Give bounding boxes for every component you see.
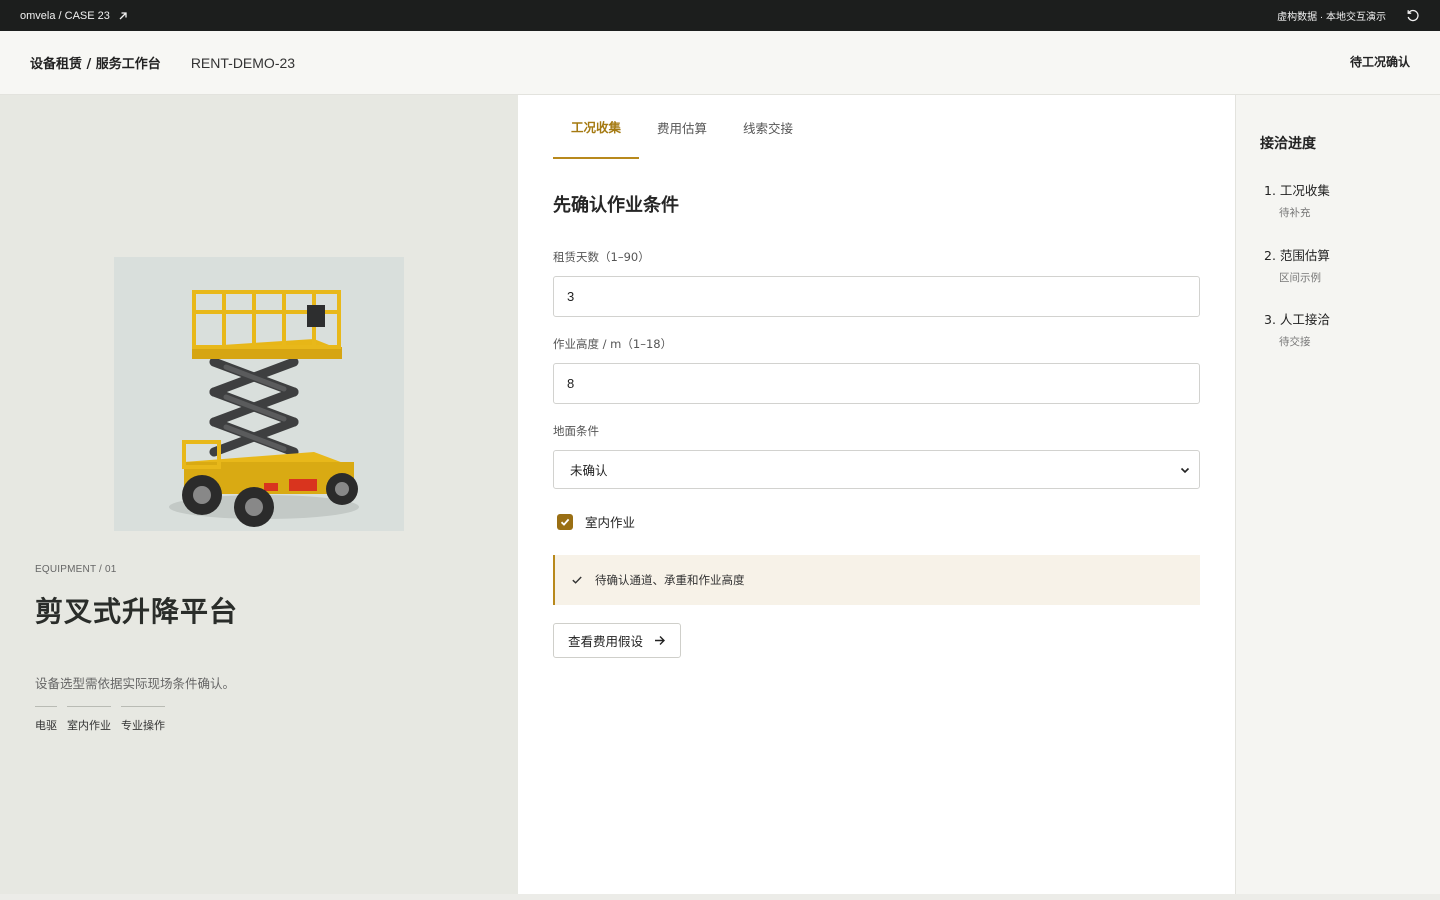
progress-panel: 接洽进度 1. 工况收集 待补充 2. 范围估算 区间示例 3. 人工接洽 待交… — [1235, 95, 1440, 894]
height-label: 作业高度 / m（1–18） — [553, 337, 673, 351]
status-badge: 待工况确认 — [1349, 55, 1410, 69]
indoor-checkbox-label: 室内作业 — [585, 515, 636, 530]
view-cost-button-label: 查看费用假设 — [568, 634, 644, 649]
progress-step-label: 3. 人工接洽 — [1264, 312, 1330, 327]
check-icon — [572, 576, 582, 584]
top-bar: omvela / CASE 23 虚构数据 · 本地交互演示 — [0, 0, 1440, 31]
progress-step: 3. 人工接洽 待交接 — [1264, 309, 1330, 349]
indoor-checkbox-row[interactable]: 室内作业 — [557, 512, 635, 531]
feature-chip: 电驱 — [35, 706, 57, 733]
progress-step: 1. 工况收集 待补充 — [1264, 180, 1330, 220]
pending-notice: 待确认通道、承重和作业高度 — [553, 555, 1200, 605]
demo-notice: 虚构数据 · 本地交互演示 — [1277, 12, 1386, 23]
progress-step-status: 待交接 — [1279, 336, 1311, 348]
height-input[interactable] — [553, 363, 1200, 404]
tab-conditions[interactable]: 工况收集 — [553, 95, 640, 159]
chevron-down-icon — [1180, 467, 1190, 473]
external-link-icon — [119, 11, 127, 19]
feature-chip: 室内作业 — [67, 706, 111, 733]
brand-label: omvela / CASE 23 — [20, 9, 110, 22]
equipment-tag: EQUIPMENT / 01 — [35, 564, 117, 575]
progress-step-status: 区间示例 — [1279, 272, 1321, 284]
progress-title: 接洽进度 — [1260, 136, 1316, 152]
equipment-image — [114, 257, 404, 531]
feature-chip: 专业操作 — [121, 706, 165, 733]
section-title: 先确认作业条件 — [553, 195, 679, 216]
equipment-description: 设备选型需依据实际现场条件确认。 — [35, 676, 236, 691]
arrow-right-icon — [655, 636, 666, 645]
progress-step-label: 1. 工况收集 — [1264, 183, 1330, 198]
form-panel: 工况收集 费用估算 线索交接 先确认作业条件 租赁天数（1–90） 作业高度 /… — [518, 95, 1235, 894]
page-header: 设备租赁 / 服务工作台 RENT-DEMO-23 待工况确认 — [0, 31, 1440, 95]
view-cost-button[interactable]: 查看费用假设 — [553, 623, 682, 658]
rental-days-label: 租赁天数（1–90） — [553, 250, 650, 264]
rental-days-input[interactable] — [553, 276, 1200, 317]
equipment-name: 剪叉式升降平台 — [35, 595, 239, 628]
case-id: RENT-DEMO-23 — [190, 54, 296, 71]
progress-step: 2. 范围估算 区间示例 — [1264, 245, 1330, 285]
page-title: 设备租赁 / 服务工作台 — [30, 57, 161, 72]
equipment-panel: EQUIPMENT / 01 剪叉式升降平台 设备选型需依据实际现场条件确认。 … — [0, 95, 518, 894]
pending-notice-text: 待确认通道、承重和作业高度 — [595, 573, 745, 587]
tab-estimate[interactable]: 费用估算 — [639, 95, 725, 159]
reset-icon[interactable] — [1406, 9, 1420, 23]
progress-step-label: 2. 范围估算 — [1264, 248, 1330, 263]
check-icon — [560, 518, 570, 526]
bottom-edge — [0, 894, 1440, 900]
tab-bar: 工况收集 费用估算 线索交接 — [553, 95, 811, 159]
feature-chips: 电驱 室内作业 专业操作 — [35, 706, 165, 733]
progress-step-status: 待补充 — [1279, 207, 1311, 219]
ground-select-value: 未确认 — [570, 463, 608, 478]
indoor-checkbox[interactable] — [557, 513, 573, 530]
ground-select[interactable]: 未确认 — [553, 450, 1200, 489]
tab-handoff[interactable]: 线索交接 — [725, 95, 811, 159]
ground-label: 地面条件 — [553, 424, 599, 438]
brand-link[interactable]: omvela / CASE 23 — [20, 10, 128, 22]
